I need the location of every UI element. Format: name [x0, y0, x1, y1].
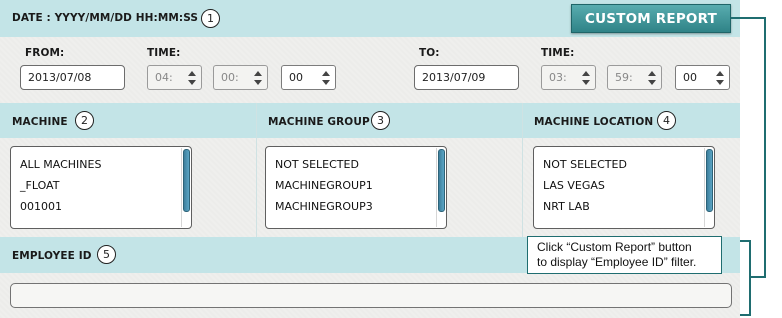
machine-location-listbox[interactable]: NOT SELECTED LAS VEGAS NRT LAB	[533, 146, 715, 229]
scrollbar-thumb[interactable]	[706, 149, 713, 213]
from-date-field[interactable]: 2013/07/08	[20, 65, 125, 90]
stepper-arrows-icon[interactable]	[716, 71, 724, 85]
stepper-arrows-icon[interactable]	[322, 71, 330, 85]
list-item[interactable]: LAS VEGAS	[543, 177, 714, 198]
scrollbar[interactable]	[181, 148, 190, 227]
callout-connector	[731, 17, 765, 19]
list-item[interactable]: NRT LAB	[543, 198, 714, 219]
to-date-field[interactable]: 2013/07/09	[414, 65, 519, 90]
scrollbar-thumb[interactable]	[438, 149, 445, 213]
to-time-label: TIME:	[541, 47, 575, 59]
list-item[interactable]: MACHINEGROUP1	[275, 177, 446, 198]
employee-id-label: EMPLOYEE ID	[12, 250, 92, 262]
list-item[interactable]: ALL MACHINES	[20, 156, 191, 177]
machine-label: MACHINE	[12, 116, 68, 128]
from-hour-value: 04:	[155, 71, 173, 84]
stepper-arrows-icon[interactable]	[648, 71, 656, 85]
employee-id-input[interactable]	[10, 283, 732, 308]
callout-marker-3: 3	[371, 111, 390, 130]
scrollbar[interactable]	[704, 148, 713, 227]
custom-report-button[interactable]: CUSTOM REPORT	[571, 4, 731, 33]
to-second-stepper[interactable]: 00	[675, 65, 730, 90]
callout-bracket	[740, 240, 751, 242]
callout-connector	[764, 17, 766, 277]
to-minute-stepper[interactable]: 59:	[607, 65, 662, 90]
callout-bracket	[740, 314, 751, 316]
callout-marker-1: 1	[201, 9, 220, 28]
callout-line-1: Click “Custom Report” button	[537, 240, 692, 254]
scrollbar[interactable]	[436, 148, 445, 227]
from-second-stepper[interactable]: 00	[281, 65, 336, 90]
callout-marker-4: 4	[657, 111, 676, 130]
column-divider	[522, 103, 523, 237]
scrollbar-thumb[interactable]	[183, 149, 190, 213]
from-second-value: 00	[289, 71, 303, 84]
list-item[interactable]: NOT SELECTED	[275, 156, 446, 177]
callout-marker-2: 2	[75, 111, 94, 130]
list-item[interactable]: NOT SELECTED	[543, 156, 714, 177]
callout-line-2: to display “Employee ID” filter.	[537, 255, 697, 269]
machine-group-label: MACHINE GROUP	[268, 116, 370, 128]
stepper-arrows-icon[interactable]	[188, 71, 196, 85]
callout-bracket	[749, 240, 751, 316]
callout-connector	[750, 276, 766, 278]
to-hour-stepper[interactable]: 03:	[541, 65, 596, 90]
list-item[interactable]: MACHINEGROUP3	[275, 198, 446, 219]
date-format-label: DATE : YYYY/MM/DD HH:MM:SS	[12, 12, 199, 24]
machine-location-label: MACHINE LOCATION	[534, 116, 654, 128]
column-divider	[256, 103, 257, 237]
stepper-arrows-icon[interactable]	[254, 71, 262, 85]
list-item[interactable]: _FLOAT	[20, 177, 191, 198]
stepper-arrows-icon[interactable]	[582, 71, 590, 85]
from-hour-stepper[interactable]: 04:	[147, 65, 202, 90]
from-minute-value: 00:	[221, 71, 239, 84]
machine-listbox[interactable]: ALL MACHINES _FLOAT 001001	[10, 146, 192, 229]
from-time-label: TIME:	[147, 47, 181, 59]
to-second-value: 00	[683, 71, 697, 84]
machine-group-listbox[interactable]: NOT SELECTED MACHINEGROUP1 MACHINEGROUP3	[265, 146, 447, 229]
instruction-callout: Click “Custom Report” button to display …	[527, 236, 722, 274]
to-label: TO:	[419, 47, 440, 59]
from-label: FROM:	[25, 47, 65, 59]
list-item[interactable]: 001001	[20, 198, 191, 219]
to-minute-value: 59:	[615, 71, 633, 84]
from-minute-stepper[interactable]: 00:	[213, 65, 268, 90]
callout-marker-5: 5	[97, 245, 116, 264]
to-hour-value: 03:	[549, 71, 567, 84]
